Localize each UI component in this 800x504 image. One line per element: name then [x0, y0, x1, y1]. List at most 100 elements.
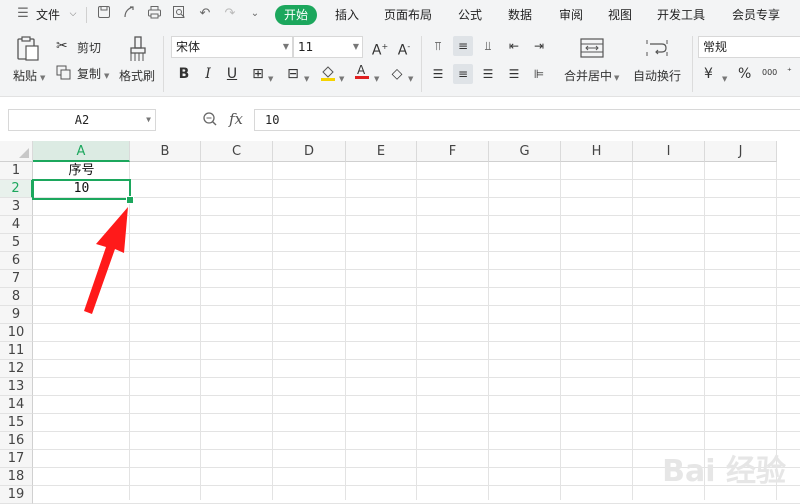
paintbrush-icon[interactable] [128, 36, 148, 65]
font-color-icon[interactable]: A [352, 62, 372, 82]
number-format-select[interactable]: 常规 [698, 36, 800, 58]
print-icon[interactable] [145, 5, 163, 23]
copy-dropdown-icon[interactable]: ▼ [104, 68, 109, 84]
tab-insert[interactable]: 插入 [335, 6, 359, 24]
customize-toolbar-icon[interactable]: ⌄ [246, 5, 264, 23]
redo-icon[interactable]: ↷ [221, 5, 239, 23]
tab-developer[interactable]: 开发工具 [657, 6, 705, 24]
column-header-f[interactable]: F [417, 141, 489, 162]
row-header-14[interactable]: 14 [0, 396, 33, 414]
tab-view[interactable]: 视图 [608, 6, 632, 24]
row-header-17[interactable]: 17 [0, 450, 33, 468]
decrease-indent-icon[interactable]: ⇤ [504, 36, 524, 56]
row-header-8[interactable]: 8 [0, 288, 33, 306]
save-icon[interactable] [95, 5, 113, 23]
fill-color-icon[interactable] [318, 64, 338, 84]
row-header-1[interactable]: 1 [0, 162, 33, 180]
align-middle-icon[interactable]: ≡ [453, 36, 473, 56]
merge-center-button[interactable]: 合并居中 [564, 68, 612, 84]
hamburger-menu-icon[interactable]: ☰ [14, 5, 32, 23]
cell-style-dropdown-icon[interactable]: ▼ [304, 71, 309, 87]
row-header-9[interactable]: 9 [0, 306, 33, 324]
column-header-c[interactable]: C [201, 141, 273, 162]
paste-dropdown-icon[interactable]: ▼ [40, 70, 45, 86]
currency-dropdown-icon[interactable]: ▼ [722, 71, 727, 87]
row-header-6[interactable]: 6 [0, 252, 33, 270]
fx-icon[interactable]: fx [229, 110, 243, 128]
increase-font-icon[interactable]: A+ [370, 37, 390, 59]
clear-dropdown-icon[interactable]: ▼ [408, 71, 413, 87]
scissors-icon[interactable]: ✂ [56, 38, 68, 54]
borders-icon[interactable]: ⊞ [248, 64, 268, 84]
cell-a1[interactable]: 序号 [33, 162, 130, 180]
underline-icon[interactable]: U [222, 64, 242, 84]
tab-data[interactable]: 数据 [508, 6, 532, 24]
zoom-search-icon[interactable] [202, 111, 218, 130]
row-header-10[interactable]: 10 [0, 324, 33, 342]
column-header-e[interactable]: E [346, 141, 417, 162]
font-size-select[interactable]: 11 ▼ [293, 36, 363, 58]
column-header-a[interactable]: A [33, 141, 130, 162]
fill-color-dropdown-icon[interactable]: ▼ [339, 71, 344, 87]
column-header-j[interactable]: J [705, 141, 777, 162]
font-name-select[interactable]: 宋体 ▼ [171, 36, 293, 58]
wrap-text-button[interactable]: 自动换行 [633, 68, 681, 84]
increase-indent-icon[interactable]: ⇥ [529, 36, 549, 56]
font-color-dropdown-icon[interactable]: ▼ [374, 71, 379, 87]
increase-decimal-icon[interactable]: ⁺ [787, 64, 792, 80]
percent-button[interactable]: % [738, 66, 751, 82]
copy-button[interactable]: 复制 [77, 66, 101, 82]
eraser-icon[interactable]: ◇ [387, 64, 407, 84]
row-header-4[interactable]: 4 [0, 216, 33, 234]
undo-icon[interactable]: ↶ [196, 5, 214, 23]
borders-dropdown-icon[interactable]: ▼ [268, 71, 273, 87]
name-box[interactable]: A2 ▼ [8, 109, 156, 131]
align-right-icon[interactable]: ☰ [478, 64, 498, 84]
column-header-h[interactable]: H [561, 141, 633, 162]
format-painter-button[interactable]: 格式刷 [119, 68, 155, 84]
cell-style-icon[interactable]: ⊟ [283, 64, 303, 84]
row-header-5[interactable]: 5 [0, 234, 33, 252]
row-header-2[interactable]: 2 [0, 180, 33, 198]
formula-input[interactable]: 10 [254, 109, 800, 131]
row-header-11[interactable]: 11 [0, 342, 33, 360]
row-header-15[interactable]: 15 [0, 414, 33, 432]
currency-button[interactable]: ¥ [704, 66, 713, 82]
row-header-3[interactable]: 3 [0, 198, 33, 216]
row-header-16[interactable]: 16 [0, 432, 33, 450]
spreadsheet-grid[interactable]: ABCDEFGHIJ 1 2 3 4 5 6 7 8 9 10 11 12 13 14 15 16 17 18 19… [0, 141, 800, 504]
align-top-icon[interactable]: ⫪ [428, 36, 448, 56]
row-header-12[interactable]: 12 [0, 360, 33, 378]
justify-icon[interactable]: ☰ [504, 64, 524, 84]
chevron-down-icon[interactable]: ⌵ [64, 5, 82, 23]
tab-formulas[interactable]: 公式 [458, 6, 482, 24]
align-center-icon[interactable]: ≡ [453, 64, 473, 84]
cut-button[interactable]: 剪切 [77, 40, 101, 56]
print-preview-icon[interactable] [170, 5, 188, 23]
row-header-18[interactable]: 18 [0, 468, 33, 486]
merge-dropdown-icon[interactable]: ▼ [614, 70, 619, 86]
clipboard-icon[interactable] [16, 36, 40, 65]
decrease-font-icon[interactable]: A- [394, 37, 414, 59]
column-header-i[interactable]: I [633, 141, 705, 162]
file-menu[interactable]: 文件 [36, 6, 60, 24]
row-header-19[interactable]: 19 [0, 486, 33, 504]
italic-icon[interactable]: I [198, 64, 218, 84]
distributed-align-icon[interactable]: ⊫ [529, 64, 549, 84]
bold-icon[interactable]: B [174, 64, 194, 84]
export-pdf-icon[interactable] [120, 5, 138, 23]
tab-member[interactable]: 会员专享 [732, 6, 780, 24]
column-header-b[interactable]: B [130, 141, 201, 162]
paste-button[interactable]: 粘贴 [13, 68, 37, 84]
align-left-icon[interactable]: ☰ [428, 64, 448, 84]
column-header-d[interactable]: D [273, 141, 346, 162]
thousands-separator-button[interactable]: 000 [762, 65, 777, 81]
copy-icon[interactable] [56, 65, 71, 84]
select-all-corner[interactable] [0, 141, 33, 162]
align-bottom-icon[interactable]: ⫫ [478, 36, 498, 56]
column-header-g[interactable]: G [489, 141, 561, 162]
tab-home[interactable]: 开始 [275, 5, 318, 25]
row-header-7[interactable]: 7 [0, 270, 33, 288]
tab-review[interactable]: 审阅 [559, 6, 583, 24]
tab-page-layout[interactable]: 页面布局 [384, 6, 432, 24]
